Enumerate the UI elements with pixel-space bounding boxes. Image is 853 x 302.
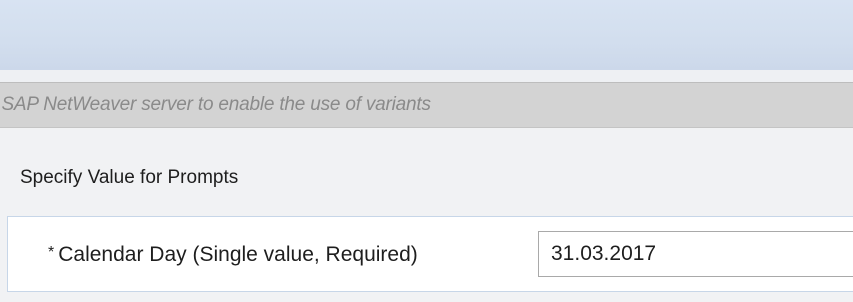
window-header bbox=[0, 0, 853, 70]
prompt-row-calendar-day: * Calendar Day (Single value, Required) bbox=[7, 216, 853, 292]
info-bar-text: e SAP NetWeaver server to enable the use… bbox=[0, 94, 431, 115]
required-marker: * bbox=[48, 244, 55, 261]
prompt-label-calendar-day: * Calendar Day (Single value, Required) bbox=[48, 243, 418, 267]
prompts-content: Specify Value for Prompts * Calendar Day … bbox=[0, 128, 853, 302]
header-divider bbox=[0, 70, 853, 82]
section-title: Specify Value for Prompts bbox=[20, 167, 239, 188]
calendar-day-input[interactable] bbox=[538, 231, 853, 277]
prompt-label-text: Calendar Day (Single value, Required) bbox=[58, 243, 418, 266]
info-bar: e SAP NetWeaver server to enable the use… bbox=[0, 82, 853, 128]
